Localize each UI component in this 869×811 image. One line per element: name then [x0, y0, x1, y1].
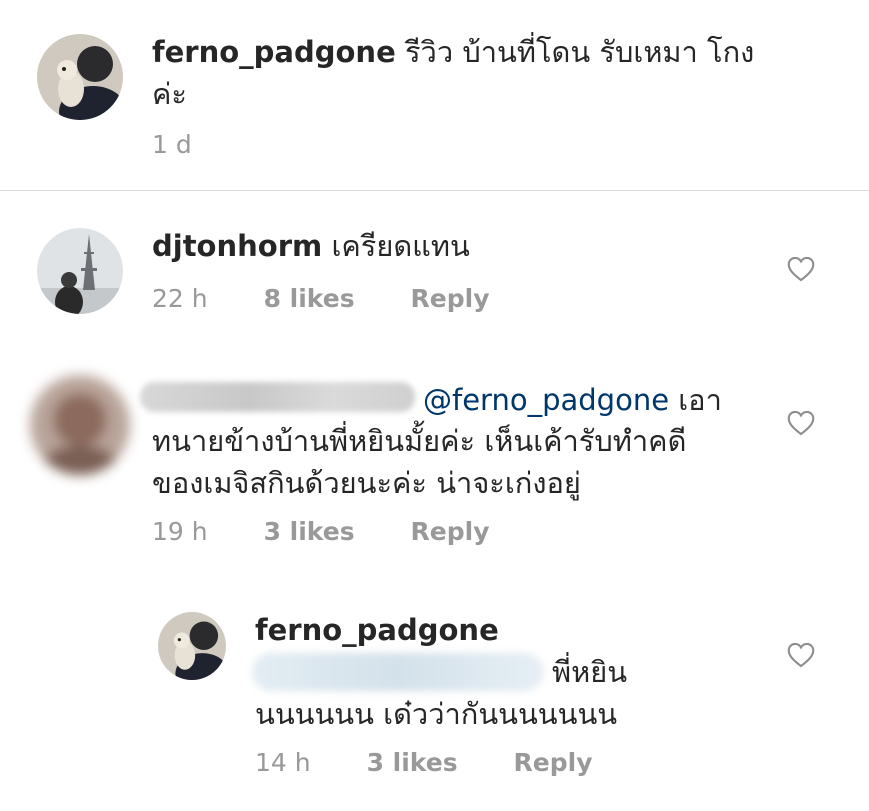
- comment-2-time: 19 h: [152, 517, 208, 546]
- caption-meta: 1 d: [152, 130, 192, 159]
- comment-3-reply-button[interactable]: Reply: [514, 748, 593, 777]
- caption-line2: ค่ะ: [152, 77, 187, 111]
- comment-2-mention[interactable]: @ferno_padgone: [423, 383, 669, 417]
- caption-username[interactable]: ferno_padgone: [152, 35, 396, 69]
- comment-3-avatar[interactable]: [158, 612, 226, 680]
- caption-avatar[interactable]: [37, 34, 123, 120]
- comment-1-reply-button[interactable]: Reply: [411, 284, 490, 313]
- comment-2-avatar[interactable]: [30, 375, 130, 475]
- comment-2-username-blurred: [140, 382, 415, 412]
- comment-3-like-icon[interactable]: [787, 642, 815, 668]
- comment-2-meta: 19 h 3 likes Reply: [152, 517, 490, 546]
- comment-3-username[interactable]: ferno_padgone: [255, 613, 499, 647]
- comment-3-likes[interactable]: 3 likes: [367, 748, 458, 777]
- comment-1-avatar[interactable]: [37, 228, 123, 314]
- comment-1-like-icon[interactable]: [787, 256, 815, 282]
- caption-line1: รีวิว บ้านที่โดน รับเหมา โกง: [404, 35, 755, 69]
- comment-2-reply-button[interactable]: Reply: [411, 517, 490, 546]
- comment-2-line3: ของเมจิสกินด้วยนะค่ะ น่าจะเก่งอยู่: [152, 466, 581, 500]
- comment-1-username[interactable]: djtonhorm: [152, 229, 322, 263]
- comment-2-likes[interactable]: 3 likes: [264, 517, 355, 546]
- comment-1-time: 22 h: [152, 284, 208, 313]
- caption-divider: [0, 190, 869, 191]
- comment-3-meta: 14 h 3 likes Reply: [255, 748, 593, 777]
- comment-2-line1-tail: เอา: [678, 383, 722, 417]
- caption-time: 1 d: [152, 130, 192, 159]
- caption-text: ferno_padgone รีวิว บ้านที่โดน รับเหมา โ…: [152, 30, 754, 74]
- comment-1-likes[interactable]: 8 likes: [264, 284, 355, 313]
- comment-1-text: djtonhorm เครียดแทน: [152, 224, 470, 268]
- comment-3-line1-tail: พี่หยิน: [552, 655, 628, 689]
- comment-3-line2: นนนนนน เด๋วว่ากันนนนนนน: [255, 697, 618, 731]
- comment-3-mention-blurred: [252, 653, 544, 691]
- comments-screen: ferno_padgone รีวิว บ้านที่โดน รับเหมา โ…: [0, 0, 869, 811]
- comment-1-meta: 22 h 8 likes Reply: [152, 284, 490, 313]
- comment-3-time: 14 h: [255, 748, 311, 777]
- comment-1-body: เครียดแทน: [331, 229, 470, 263]
- comment-2-line2: ทนายข้างบ้านพี่หยินมั้ยค่ะ เห็นเค้ารับทำ…: [152, 424, 687, 458]
- comment-2-like-icon[interactable]: [787, 410, 815, 436]
- comment-3-username-line: ferno_padgone: [255, 608, 499, 652]
- comment-2-line1: @ferno_padgone เอา: [423, 378, 722, 422]
